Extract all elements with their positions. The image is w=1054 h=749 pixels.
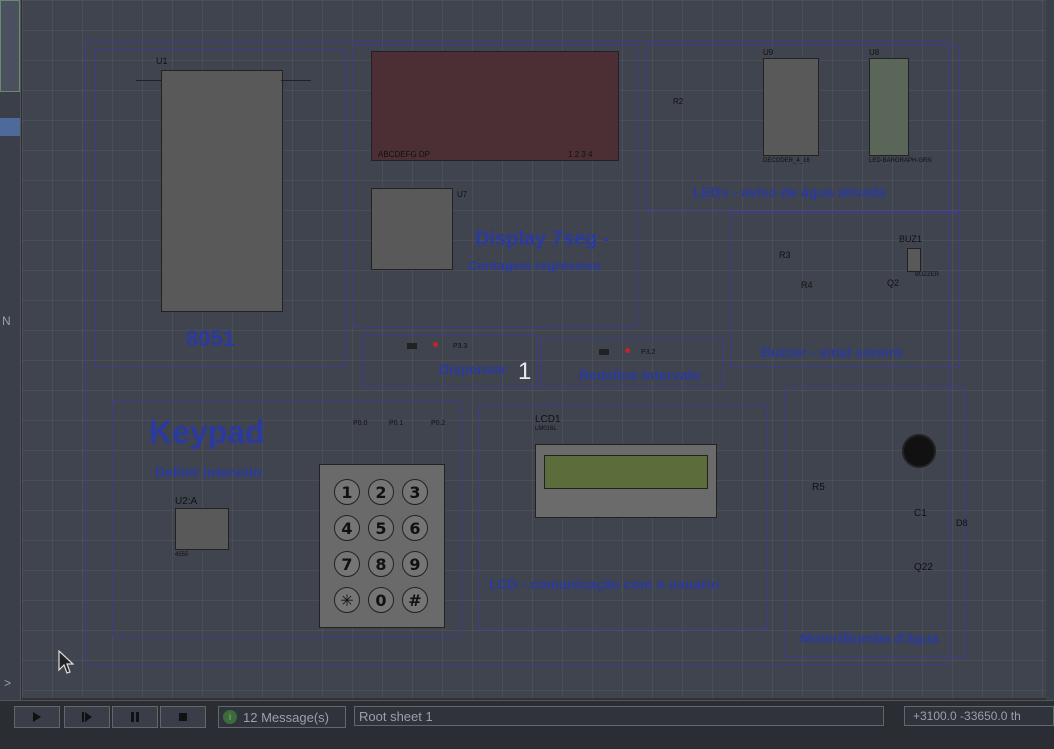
encoder-chip[interactable] bbox=[175, 508, 229, 550]
redefine-led bbox=[625, 348, 630, 353]
dispensar-pin: P3.3 bbox=[453, 343, 468, 350]
keypad-col-label-2: P0.2 bbox=[431, 420, 446, 427]
left-scroll-arrow[interactable]: > bbox=[4, 676, 11, 690]
bargraph-part: LED-BARGRAPH-GRN bbox=[869, 158, 932, 164]
resistor-ref: R2 bbox=[673, 97, 684, 106]
key-6[interactable]: 6 bbox=[402, 515, 428, 541]
pause-icon bbox=[131, 712, 139, 722]
play-button[interactable] bbox=[14, 706, 60, 728]
key-0[interactable]: 0 bbox=[368, 587, 394, 613]
leds-title: LEDs - aviso de água ativada bbox=[693, 184, 886, 200]
marker-badge: 1 bbox=[518, 358, 532, 385]
redefine-title: Redefine Intervalo bbox=[579, 367, 701, 383]
buzzer-part: BUZZER bbox=[915, 272, 939, 278]
dispensar-switch[interactable] bbox=[407, 343, 417, 349]
messages-text: 12 Message(s) bbox=[243, 709, 329, 725]
pause-button[interactable] bbox=[112, 706, 158, 728]
motor-r5-ref: R5 bbox=[812, 482, 825, 493]
mcu-pins-right bbox=[281, 80, 311, 81]
decoder-ref: U9 bbox=[763, 48, 774, 57]
mcu-chip[interactable] bbox=[161, 70, 283, 312]
display7seg-block[interactable]: ABCDEFG DP 1 2 3 4 U7 Display 7seg - Con… bbox=[352, 45, 638, 327]
keypad-body[interactable]: 1 2 3 4 5 6 7 8 9 ✳ 0 # bbox=[319, 464, 445, 628]
mouse-cursor-icon bbox=[58, 650, 74, 674]
redefine-block[interactable]: P3.2 Redefine Intervalo bbox=[540, 338, 724, 388]
schematic-canvas[interactable]: U1 8051 ABCDEFG DP 1 2 3 4 U7 Display 7s… bbox=[22, 0, 1046, 698]
messages-indicator[interactable]: i 12 Message(s) bbox=[218, 706, 346, 728]
display-driver-chip[interactable] bbox=[371, 188, 453, 270]
buzzer-r4-ref: R4 bbox=[801, 280, 813, 290]
redefine-pin: P3.2 bbox=[641, 349, 656, 356]
mcu-ref: U1 bbox=[156, 56, 168, 66]
key-2[interactable]: 2 bbox=[368, 479, 394, 505]
keypad-col-label-1: P0.1 bbox=[389, 420, 404, 427]
seven-segment-display[interactable] bbox=[371, 51, 619, 161]
left-tab[interactable] bbox=[0, 118, 20, 136]
info-icon: i bbox=[223, 710, 237, 724]
display7seg-title: Display 7seg - bbox=[475, 228, 610, 250]
motor-title: Motor/Bomba d'água bbox=[800, 630, 939, 646]
buzzer-block[interactable]: R3 R4 Q2 BUZ1 BUZZER Buzzer - sinal sono… bbox=[730, 213, 960, 367]
buzzer-title: Buzzer - sinal sonoro bbox=[761, 344, 903, 360]
led-bargraph[interactable] bbox=[869, 58, 909, 156]
step-icon bbox=[82, 712, 92, 722]
stop-button[interactable] bbox=[160, 706, 206, 728]
lcd-ref: LCD1 bbox=[535, 414, 561, 425]
buzzer-ref: BUZ1 bbox=[899, 234, 923, 244]
keypad-subtitle: Definir intervalo bbox=[155, 464, 262, 480]
encoder-part: 4555 bbox=[175, 552, 189, 558]
key-4[interactable]: 4 bbox=[334, 515, 360, 541]
dispensar-block[interactable]: P3.3 Dispensar bbox=[362, 334, 538, 388]
key-8[interactable]: 8 bbox=[368, 551, 394, 577]
keypad-block[interactable]: Keypad Definir intervalo U2:A 4555 P0.0 … bbox=[112, 401, 462, 637]
lcd-block[interactable]: LCD1 LM016L LCD - comunicação com o usua… bbox=[478, 405, 768, 629]
leds-block[interactable]: U9 DECODER_4_16 U8 LED-BARGRAPH-GRN R2 L… bbox=[646, 45, 960, 212]
dispensar-led bbox=[433, 342, 438, 347]
motor-c1-ref: C1 bbox=[914, 508, 927, 519]
lcd-title: LCD - comunicação com o usuario bbox=[489, 576, 720, 592]
motor-d8-ref: D8 bbox=[956, 518, 968, 528]
left-letter: N bbox=[2, 314, 11, 328]
encoder-ref: U2:A bbox=[175, 496, 198, 507]
motor-icon[interactable] bbox=[902, 434, 936, 468]
decoder-part: DECODER_4_16 bbox=[763, 158, 810, 164]
motor-q22-ref: Q22 bbox=[914, 562, 933, 573]
key-9[interactable]: 9 bbox=[402, 551, 428, 577]
sheet-indicator: Root sheet 1 bbox=[354, 706, 884, 726]
stop-icon bbox=[179, 713, 187, 721]
vertical-scrollbar[interactable] bbox=[1046, 0, 1054, 700]
buzzer-icon[interactable] bbox=[907, 248, 921, 272]
redefine-switch[interactable] bbox=[599, 349, 609, 355]
key-1[interactable]: 1 bbox=[334, 479, 360, 505]
buzzer-q2-ref: Q2 bbox=[887, 278, 900, 288]
key-star[interactable]: ✳ bbox=[334, 587, 360, 613]
key-3[interactable]: 3 bbox=[402, 479, 428, 505]
digit-pins-text: 1 2 3 4 bbox=[568, 150, 593, 159]
key-hash[interactable]: # bbox=[402, 587, 428, 613]
lcd-screen bbox=[544, 455, 708, 489]
display-driver-ref: U7 bbox=[457, 190, 468, 199]
lcd-part: LM016L bbox=[535, 426, 557, 432]
keypad-col-label-0: P0.0 bbox=[353, 420, 368, 427]
motor-block[interactable]: R5 C1 D8 Q22 Motor/Bomba d'água bbox=[785, 387, 968, 657]
bargraph-ref: U8 bbox=[869, 48, 880, 57]
play-icon bbox=[33, 712, 41, 722]
segment-pins-text: ABCDEFG DP bbox=[378, 150, 431, 159]
left-panel: N > bbox=[0, 0, 21, 700]
key-5[interactable]: 5 bbox=[368, 515, 394, 541]
key-7[interactable]: 7 bbox=[334, 551, 360, 577]
mcu-label: 8051 bbox=[186, 326, 235, 351]
dispensar-title: Dispensar bbox=[439, 361, 507, 377]
coordinates-readout: +3100.0 -33650.0 th bbox=[904, 706, 1054, 726]
buzzer-r3-ref: R3 bbox=[779, 250, 791, 260]
mcu-block[interactable]: U1 8051 bbox=[95, 49, 346, 367]
keypad-title: Keypad bbox=[149, 414, 265, 450]
lcd-module[interactable] bbox=[535, 444, 717, 518]
decoder-chip[interactable] bbox=[763, 58, 819, 156]
display7seg-subtitle: Contagem regressiva bbox=[468, 258, 601, 273]
mcu-pins-left bbox=[136, 80, 161, 81]
sheet-thumbnail[interactable] bbox=[0, 0, 20, 92]
step-button[interactable] bbox=[64, 706, 110, 728]
